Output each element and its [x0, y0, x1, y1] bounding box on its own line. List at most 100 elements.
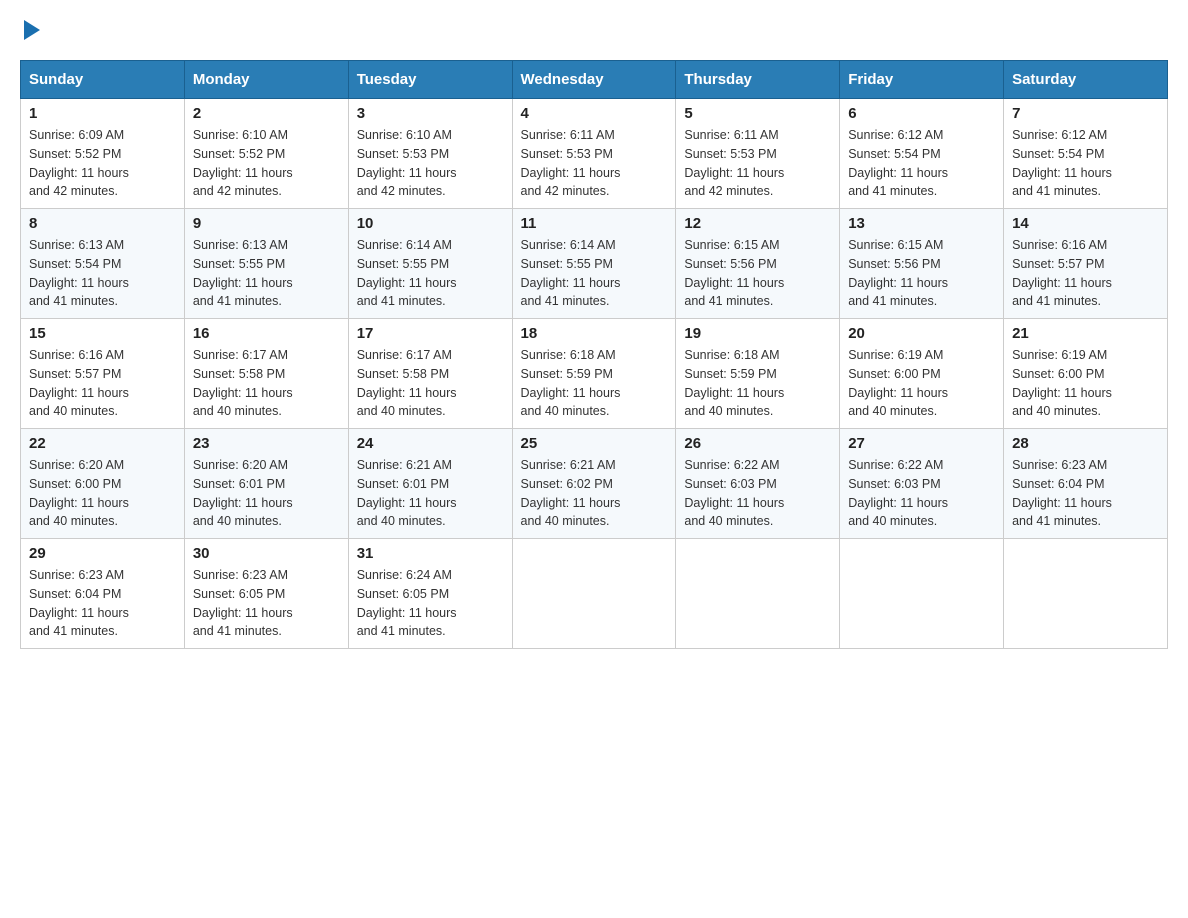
logo: [20, 20, 42, 40]
day-info: Sunrise: 6:12 AM Sunset: 5:54 PM Dayligh…: [848, 126, 995, 201]
header-monday: Monday: [184, 61, 348, 99]
logo-arrow-icon: [24, 20, 40, 40]
day-number: 11: [521, 215, 668, 232]
calendar-day-cell: 13 Sunrise: 6:15 AM Sunset: 5:56 PM Dayl…: [840, 209, 1004, 319]
calendar-week-row: 1 Sunrise: 6:09 AM Sunset: 5:52 PM Dayli…: [21, 99, 1168, 209]
calendar-day-cell: 25 Sunrise: 6:21 AM Sunset: 6:02 PM Dayl…: [512, 429, 676, 539]
day-info: Sunrise: 6:16 AM Sunset: 5:57 PM Dayligh…: [29, 346, 176, 421]
day-number: 2: [193, 105, 340, 122]
calendar-day-cell: 4 Sunrise: 6:11 AM Sunset: 5:53 PM Dayli…: [512, 99, 676, 209]
calendar-day-cell: 14 Sunrise: 6:16 AM Sunset: 5:57 PM Dayl…: [1004, 209, 1168, 319]
day-info: Sunrise: 6:21 AM Sunset: 6:02 PM Dayligh…: [521, 456, 668, 531]
header-friday: Friday: [840, 61, 1004, 99]
day-number: 22: [29, 435, 176, 452]
calendar-day-cell: 12 Sunrise: 6:15 AM Sunset: 5:56 PM Dayl…: [676, 209, 840, 319]
calendar-header-row: SundayMondayTuesdayWednesdayThursdayFrid…: [21, 61, 1168, 99]
day-info: Sunrise: 6:24 AM Sunset: 6:05 PM Dayligh…: [357, 566, 504, 641]
day-info: Sunrise: 6:15 AM Sunset: 5:56 PM Dayligh…: [684, 236, 831, 311]
day-info: Sunrise: 6:19 AM Sunset: 6:00 PM Dayligh…: [848, 346, 995, 421]
day-number: 26: [684, 435, 831, 452]
day-info: Sunrise: 6:22 AM Sunset: 6:03 PM Dayligh…: [684, 456, 831, 531]
calendar-day-cell: 3 Sunrise: 6:10 AM Sunset: 5:53 PM Dayli…: [348, 99, 512, 209]
day-number: 16: [193, 325, 340, 342]
calendar-table: SundayMondayTuesdayWednesdayThursdayFrid…: [20, 60, 1168, 649]
day-info: Sunrise: 6:15 AM Sunset: 5:56 PM Dayligh…: [848, 236, 995, 311]
calendar-day-cell: 27 Sunrise: 6:22 AM Sunset: 6:03 PM Dayl…: [840, 429, 1004, 539]
day-info: Sunrise: 6:18 AM Sunset: 5:59 PM Dayligh…: [684, 346, 831, 421]
day-info: Sunrise: 6:23 AM Sunset: 6:04 PM Dayligh…: [29, 566, 176, 641]
header-saturday: Saturday: [1004, 61, 1168, 99]
day-number: 21: [1012, 325, 1159, 342]
calendar-day-cell: 16 Sunrise: 6:17 AM Sunset: 5:58 PM Dayl…: [184, 319, 348, 429]
header-wednesday: Wednesday: [512, 61, 676, 99]
day-info: Sunrise: 6:21 AM Sunset: 6:01 PM Dayligh…: [357, 456, 504, 531]
calendar-day-cell: 26 Sunrise: 6:22 AM Sunset: 6:03 PM Dayl…: [676, 429, 840, 539]
header-sunday: Sunday: [21, 61, 185, 99]
day-number: 1: [29, 105, 176, 122]
header-thursday: Thursday: [676, 61, 840, 99]
calendar-day-cell: 7 Sunrise: 6:12 AM Sunset: 5:54 PM Dayli…: [1004, 99, 1168, 209]
day-info: Sunrise: 6:13 AM Sunset: 5:54 PM Dayligh…: [29, 236, 176, 311]
day-number: 12: [684, 215, 831, 232]
day-info: Sunrise: 6:14 AM Sunset: 5:55 PM Dayligh…: [521, 236, 668, 311]
day-number: 30: [193, 545, 340, 562]
calendar-day-cell: 11 Sunrise: 6:14 AM Sunset: 5:55 PM Dayl…: [512, 209, 676, 319]
day-number: 10: [357, 215, 504, 232]
day-info: Sunrise: 6:10 AM Sunset: 5:53 PM Dayligh…: [357, 126, 504, 201]
day-number: 5: [684, 105, 831, 122]
day-info: Sunrise: 6:20 AM Sunset: 6:00 PM Dayligh…: [29, 456, 176, 531]
day-info: Sunrise: 6:19 AM Sunset: 6:00 PM Dayligh…: [1012, 346, 1159, 421]
calendar-empty-cell: [1004, 539, 1168, 649]
day-number: 9: [193, 215, 340, 232]
day-number: 28: [1012, 435, 1159, 452]
page-header: [20, 20, 1168, 40]
calendar-week-row: 29 Sunrise: 6:23 AM Sunset: 6:04 PM Dayl…: [21, 539, 1168, 649]
calendar-day-cell: 5 Sunrise: 6:11 AM Sunset: 5:53 PM Dayli…: [676, 99, 840, 209]
calendar-day-cell: 15 Sunrise: 6:16 AM Sunset: 5:57 PM Dayl…: [21, 319, 185, 429]
calendar-day-cell: 6 Sunrise: 6:12 AM Sunset: 5:54 PM Dayli…: [840, 99, 1004, 209]
day-info: Sunrise: 6:10 AM Sunset: 5:52 PM Dayligh…: [193, 126, 340, 201]
day-info: Sunrise: 6:22 AM Sunset: 6:03 PM Dayligh…: [848, 456, 995, 531]
day-number: 31: [357, 545, 504, 562]
day-info: Sunrise: 6:20 AM Sunset: 6:01 PM Dayligh…: [193, 456, 340, 531]
calendar-day-cell: 19 Sunrise: 6:18 AM Sunset: 5:59 PM Dayl…: [676, 319, 840, 429]
day-number: 29: [29, 545, 176, 562]
calendar-day-cell: 31 Sunrise: 6:24 AM Sunset: 6:05 PM Dayl…: [348, 539, 512, 649]
day-info: Sunrise: 6:23 AM Sunset: 6:05 PM Dayligh…: [193, 566, 340, 641]
day-info: Sunrise: 6:14 AM Sunset: 5:55 PM Dayligh…: [357, 236, 504, 311]
day-number: 7: [1012, 105, 1159, 122]
day-number: 18: [521, 325, 668, 342]
calendar-week-row: 22 Sunrise: 6:20 AM Sunset: 6:00 PM Dayl…: [21, 429, 1168, 539]
day-number: 6: [848, 105, 995, 122]
day-info: Sunrise: 6:09 AM Sunset: 5:52 PM Dayligh…: [29, 126, 176, 201]
calendar-empty-cell: [512, 539, 676, 649]
calendar-day-cell: 17 Sunrise: 6:17 AM Sunset: 5:58 PM Dayl…: [348, 319, 512, 429]
day-number: 15: [29, 325, 176, 342]
day-number: 23: [193, 435, 340, 452]
calendar-empty-cell: [840, 539, 1004, 649]
day-info: Sunrise: 6:18 AM Sunset: 5:59 PM Dayligh…: [521, 346, 668, 421]
calendar-day-cell: 1 Sunrise: 6:09 AM Sunset: 5:52 PM Dayli…: [21, 99, 185, 209]
day-number: 24: [357, 435, 504, 452]
day-info: Sunrise: 6:16 AM Sunset: 5:57 PM Dayligh…: [1012, 236, 1159, 311]
day-info: Sunrise: 6:13 AM Sunset: 5:55 PM Dayligh…: [193, 236, 340, 311]
day-number: 3: [357, 105, 504, 122]
calendar-empty-cell: [676, 539, 840, 649]
calendar-day-cell: 18 Sunrise: 6:18 AM Sunset: 5:59 PM Dayl…: [512, 319, 676, 429]
day-number: 4: [521, 105, 668, 122]
day-number: 17: [357, 325, 504, 342]
day-info: Sunrise: 6:11 AM Sunset: 5:53 PM Dayligh…: [684, 126, 831, 201]
day-number: 19: [684, 325, 831, 342]
calendar-week-row: 15 Sunrise: 6:16 AM Sunset: 5:57 PM Dayl…: [21, 319, 1168, 429]
calendar-day-cell: 2 Sunrise: 6:10 AM Sunset: 5:52 PM Dayli…: [184, 99, 348, 209]
calendar-week-row: 8 Sunrise: 6:13 AM Sunset: 5:54 PM Dayli…: [21, 209, 1168, 319]
calendar-day-cell: 10 Sunrise: 6:14 AM Sunset: 5:55 PM Dayl…: [348, 209, 512, 319]
calendar-day-cell: 29 Sunrise: 6:23 AM Sunset: 6:04 PM Dayl…: [21, 539, 185, 649]
day-info: Sunrise: 6:17 AM Sunset: 5:58 PM Dayligh…: [357, 346, 504, 421]
calendar-day-cell: 21 Sunrise: 6:19 AM Sunset: 6:00 PM Dayl…: [1004, 319, 1168, 429]
day-number: 27: [848, 435, 995, 452]
calendar-day-cell: 9 Sunrise: 6:13 AM Sunset: 5:55 PM Dayli…: [184, 209, 348, 319]
calendar-day-cell: 22 Sunrise: 6:20 AM Sunset: 6:00 PM Dayl…: [21, 429, 185, 539]
calendar-day-cell: 20 Sunrise: 6:19 AM Sunset: 6:00 PM Dayl…: [840, 319, 1004, 429]
day-info: Sunrise: 6:17 AM Sunset: 5:58 PM Dayligh…: [193, 346, 340, 421]
